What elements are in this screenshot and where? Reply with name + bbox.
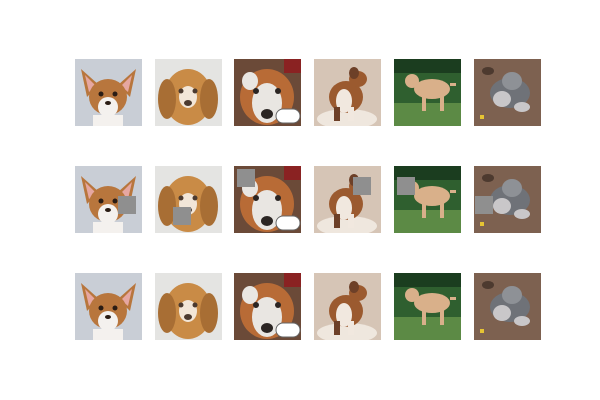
- occlusion-patch: [173, 207, 191, 225]
- reconstructed-chihuahua-image: [75, 273, 142, 340]
- original-grey-dog-on-dirt-image: [474, 59, 541, 126]
- original-dog-on-grass-image: [394, 59, 461, 126]
- occlusion-patch: [118, 196, 136, 214]
- reconstructed-dog-on-grass-image: [394, 273, 461, 340]
- reconstructed-terrier-face-image: [234, 273, 301, 340]
- original-long-haired-dog-image: [155, 59, 222, 126]
- original-terrier-face-image: [234, 59, 301, 126]
- occlusion-patch: [237, 169, 255, 187]
- occlusion-patch: [397, 177, 415, 195]
- reconstructed-long-haired-dog-image: [155, 273, 222, 340]
- original-brown-white-dog-image: [314, 59, 381, 126]
- image-grid-figure: [0, 0, 600, 400]
- reconstructed-brown-white-dog-image: [314, 273, 381, 340]
- occlusion-patch: [475, 196, 493, 214]
- reconstructed-grey-dog-on-dirt-image: [474, 273, 541, 340]
- occlusion-patch: [353, 177, 371, 195]
- original-chihuahua-image: [75, 59, 142, 126]
